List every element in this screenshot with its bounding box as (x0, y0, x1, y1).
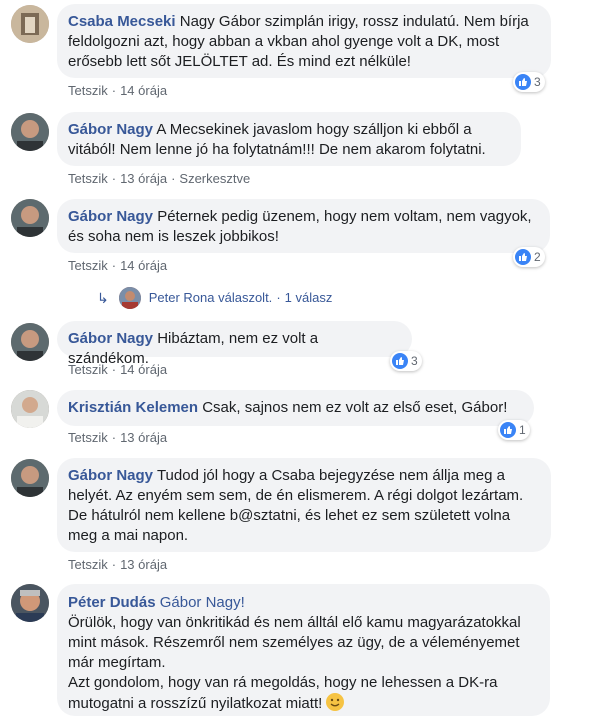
comment-actions: Tetszik · 13 órája (68, 557, 168, 572)
comment-bubble: Csaba Mecseki Nagy Gábor szimplán irigy,… (57, 4, 551, 78)
like-button[interactable]: Tetszik (68, 258, 108, 273)
comment-actions: Tetszik · 14 órája (68, 362, 168, 377)
avatar[interactable] (11, 199, 49, 237)
edited-label[interactable]: Szerkesztve (179, 171, 250, 186)
timestamp[interactable]: 13 órája (120, 171, 167, 186)
comment-text-2: Azt gondolom, hogy van rá megoldás, hogy… (68, 674, 498, 712)
comment-bubble: Krisztián Kelemen Csak, sajnos nem ez vo… (57, 390, 534, 426)
reaction-count[interactable]: 3 (390, 351, 422, 371)
thumbs-up-icon (515, 74, 531, 90)
comment-text: Örülök, hogy van önkritikád és nem álltá… (68, 614, 521, 671)
comment-actions: Tetszik · 13 órája (68, 430, 168, 445)
like-button[interactable]: Tetszik (68, 557, 108, 572)
like-button[interactable]: Tetszik (68, 171, 108, 186)
thumbs-up-icon (515, 249, 531, 265)
comment-bubble: Gábor Nagy Tudod jól hogy a Csaba bejegy… (57, 458, 551, 552)
author-name[interactable]: Csaba Mecseki (68, 13, 176, 30)
author-name[interactable]: Gábor Nagy (68, 330, 153, 347)
avatar[interactable] (11, 584, 49, 622)
reaction-count[interactable]: 2 (513, 247, 545, 267)
author-name[interactable]: Krisztián Kelemen (68, 399, 198, 416)
author-name[interactable]: Péter Dudás (68, 594, 156, 611)
avatar[interactable] (11, 113, 49, 151)
avatar[interactable] (11, 459, 49, 497)
replies-link[interactable]: ↳ Peter Rona válaszolt. · 1 válasz (97, 287, 332, 309)
comment-actions: Tetszik · 14 órája (68, 258, 168, 273)
mention-link[interactable]: Gábor Nagy! (160, 594, 245, 611)
reaction-count[interactable]: 3 (513, 72, 545, 92)
like-button[interactable]: Tetszik (68, 362, 108, 377)
avatar[interactable] (11, 323, 49, 361)
smile-emoji-icon (326, 693, 345, 711)
timestamp[interactable]: 14 órája (120, 83, 167, 98)
comment-bubble: Gábor Nagy A Mecsekinek javaslom hogy sz… (57, 112, 521, 166)
timestamp[interactable]: 13 órája (120, 430, 167, 445)
author-name[interactable]: Gábor Nagy (68, 208, 153, 225)
author-name[interactable]: Gábor Nagy (68, 121, 153, 138)
reply-avatar (118, 287, 141, 309)
comment-bubble: Péter Dudás Gábor Nagy! Örülök, hogy van… (57, 584, 550, 716)
comment-actions: Tetszik · 13 órája · Szerkesztve (68, 171, 251, 186)
reaction-count[interactable]: 1 (498, 420, 530, 440)
like-button[interactable]: Tetszik (68, 83, 108, 98)
avatar[interactable] (11, 5, 49, 43)
avatar[interactable] (11, 390, 49, 428)
comment-bubble: Gábor Nagy Péternek pedig üzenem, hogy n… (57, 199, 550, 253)
comment-text: Csak, sajnos nem ez volt az első eset, G… (202, 399, 508, 416)
author-name[interactable]: Gábor Nagy (68, 467, 153, 484)
thumbs-up-icon (500, 422, 516, 438)
comment-actions: Tetszik · 14 órája (68, 83, 168, 98)
timestamp[interactable]: 14 órája (120, 362, 167, 377)
reply-arrow-icon: ↳ (97, 290, 109, 306)
thumbs-up-icon (392, 353, 408, 369)
timestamp[interactable]: 13 órája (120, 557, 167, 572)
comment-bubble: Gábor Nagy Hibáztam, nem ez volt a szánd… (57, 321, 412, 367)
like-button[interactable]: Tetszik (68, 430, 108, 445)
timestamp[interactable]: 14 órája (120, 258, 167, 273)
